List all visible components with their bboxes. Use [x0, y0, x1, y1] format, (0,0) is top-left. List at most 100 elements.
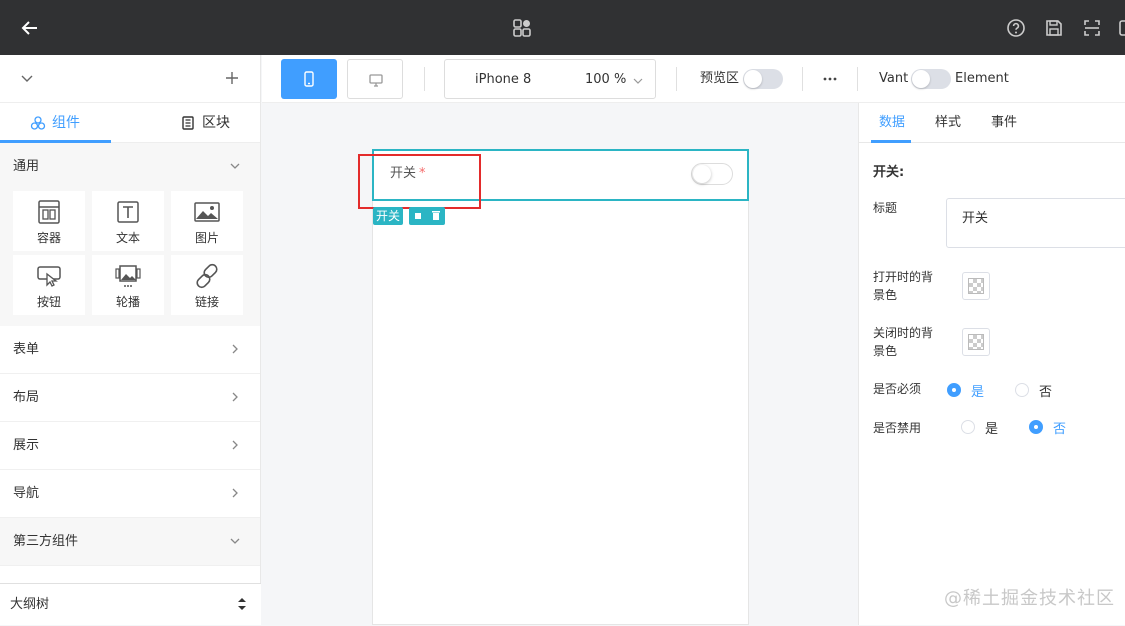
apps-icon[interactable] [511, 17, 533, 39]
group-navigation[interactable]: 导航 [0, 470, 260, 518]
close-bg-color-picker[interactable] [962, 328, 990, 356]
panel-header [0, 55, 260, 103]
switch-knob [693, 165, 711, 183]
preview-toggle[interactable] [743, 69, 783, 89]
required-label: 是否必须 [873, 382, 922, 396]
disabled-yes-label[interactable]: 是 [985, 418, 998, 437]
group-navigation-label: 导航 [13, 486, 40, 501]
copy-icon[interactable] [414, 212, 422, 220]
tab-blocks-label: 区块 [202, 115, 230, 131]
component-label: 按钮 [36, 295, 61, 309]
transparent-swatch [968, 334, 984, 350]
mobile-icon [304, 71, 314, 87]
required-yes-label[interactable]: 是 [971, 381, 984, 400]
panel-tabs: 组件 区块 [0, 103, 260, 143]
properties-panel: 数据 样式 事件 开关: 标题 开关 打开时的背景色 关闭时的背景色 是否必须 … [858, 103, 1125, 625]
divider [676, 67, 677, 91]
vant-label: Vant [879, 71, 909, 86]
component-label: 容器 [36, 231, 61, 245]
transparent-swatch [968, 278, 984, 294]
group-general[interactable]: 通用 [0, 143, 260, 191]
component-button[interactable]: 按钮 [13, 255, 85, 315]
components-icon [30, 116, 46, 130]
device-name: iPhone 8 [475, 72, 532, 87]
title-input-value: 开关 [962, 211, 989, 226]
properties-tabs: 数据 样式 事件 [859, 103, 1125, 143]
chevron-down-icon [230, 163, 240, 169]
tab-components[interactable]: 组件 [30, 103, 80, 143]
chevron-right-icon [232, 488, 238, 498]
save-icon[interactable] [1043, 17, 1065, 39]
active-tab-indicator [871, 140, 911, 143]
top-bar [0, 0, 1125, 55]
group-form[interactable]: 表单 [0, 326, 260, 374]
component-text[interactable]: 文本 [92, 191, 164, 251]
tab-data[interactable]: 数据 [879, 103, 905, 143]
help-icon[interactable] [1005, 17, 1027, 39]
open-bg-label: 打开时的背景色 [873, 270, 934, 302]
image-icon [194, 202, 220, 222]
switch-control[interactable] [691, 163, 733, 185]
divider [424, 67, 425, 91]
text-icon [117, 201, 139, 223]
component-image[interactable]: 图片 [171, 191, 243, 251]
component-label: 图片 [194, 231, 219, 245]
component-carousel[interactable]: 轮播 [92, 255, 164, 315]
tab-events[interactable]: 事件 [991, 103, 1017, 143]
close-bg-label: 关闭时的背景色 [873, 326, 934, 358]
component-panel: 组件 区块 通用 容器 文本 图片 按钮 轮播 链接 表单 布局 展示 导航 第… [0, 55, 261, 625]
component-label: 文本 [115, 231, 140, 245]
delete-icon[interactable] [431, 210, 441, 221]
disabled-label: 是否禁用 [873, 421, 922, 435]
add-icon[interactable] [224, 70, 240, 86]
canvas-toolbar: iPhone 8 100 % 预览区 Vant Element [262, 55, 1125, 103]
group-third-party[interactable]: 第三方组件 [0, 518, 260, 566]
fullscreen-icon[interactable] [1081, 17, 1103, 39]
outline-tree-bar[interactable]: 大纲树 [0, 583, 261, 625]
component-name-tag: 开关 [373, 207, 404, 225]
code-icon[interactable] [1116, 17, 1125, 39]
chevron-down-icon [230, 538, 240, 544]
group-third-party-label: 第三方组件 [13, 534, 79, 549]
group-display[interactable]: 展示 [0, 422, 260, 470]
component-container[interactable]: 容器 [13, 191, 85, 251]
tab-style[interactable]: 样式 [935, 103, 961, 143]
zoom-level: 100 % [585, 72, 627, 87]
required-yes-radio[interactable] [947, 383, 961, 397]
device-selector[interactable]: iPhone 8 100 % [444, 59, 656, 99]
disabled-no-label[interactable]: 否 [1053, 418, 1066, 437]
back-arrow-icon[interactable] [18, 16, 42, 40]
ui-library-toggle[interactable] [911, 69, 951, 89]
group-general-label: 通用 [13, 159, 40, 174]
component-label: 轮播 [115, 295, 140, 309]
divider [802, 67, 803, 91]
component-grid: 容器 文本 图片 按钮 轮播 链接 [0, 191, 260, 326]
mobile-view-button[interactable] [281, 59, 337, 99]
tab-components-label: 组件 [52, 115, 80, 131]
title-input[interactable]: 开关 [946, 198, 1125, 248]
desktop-icon [369, 74, 383, 87]
open-bg-color-picker[interactable] [962, 272, 990, 300]
chevron-down-icon[interactable] [20, 71, 34, 85]
more-icon[interactable] [822, 71, 838, 87]
group-layout-label: 布局 [13, 390, 40, 405]
required-no-label[interactable]: 否 [1039, 381, 1052, 400]
chevron-right-icon [232, 344, 238, 354]
group-form-label: 表单 [13, 342, 40, 357]
document-icon [182, 116, 194, 130]
group-layout[interactable]: 布局 [0, 374, 260, 422]
sort-icon[interactable] [236, 596, 248, 612]
disabled-yes-radio[interactable] [961, 420, 975, 434]
desktop-view-button[interactable] [347, 59, 403, 99]
component-actions-tag [409, 207, 445, 225]
divider [857, 67, 858, 91]
component-label: 链接 [194, 295, 219, 309]
disabled-no-radio[interactable] [1029, 420, 1043, 434]
element-label: Element [955, 71, 1009, 86]
tab-blocks[interactable]: 区块 [180, 103, 230, 143]
component-link[interactable]: 链接 [171, 255, 243, 315]
link-icon [196, 263, 218, 289]
required-no-radio[interactable] [1015, 383, 1029, 397]
chevron-right-icon [232, 392, 238, 402]
container-icon [38, 200, 60, 224]
